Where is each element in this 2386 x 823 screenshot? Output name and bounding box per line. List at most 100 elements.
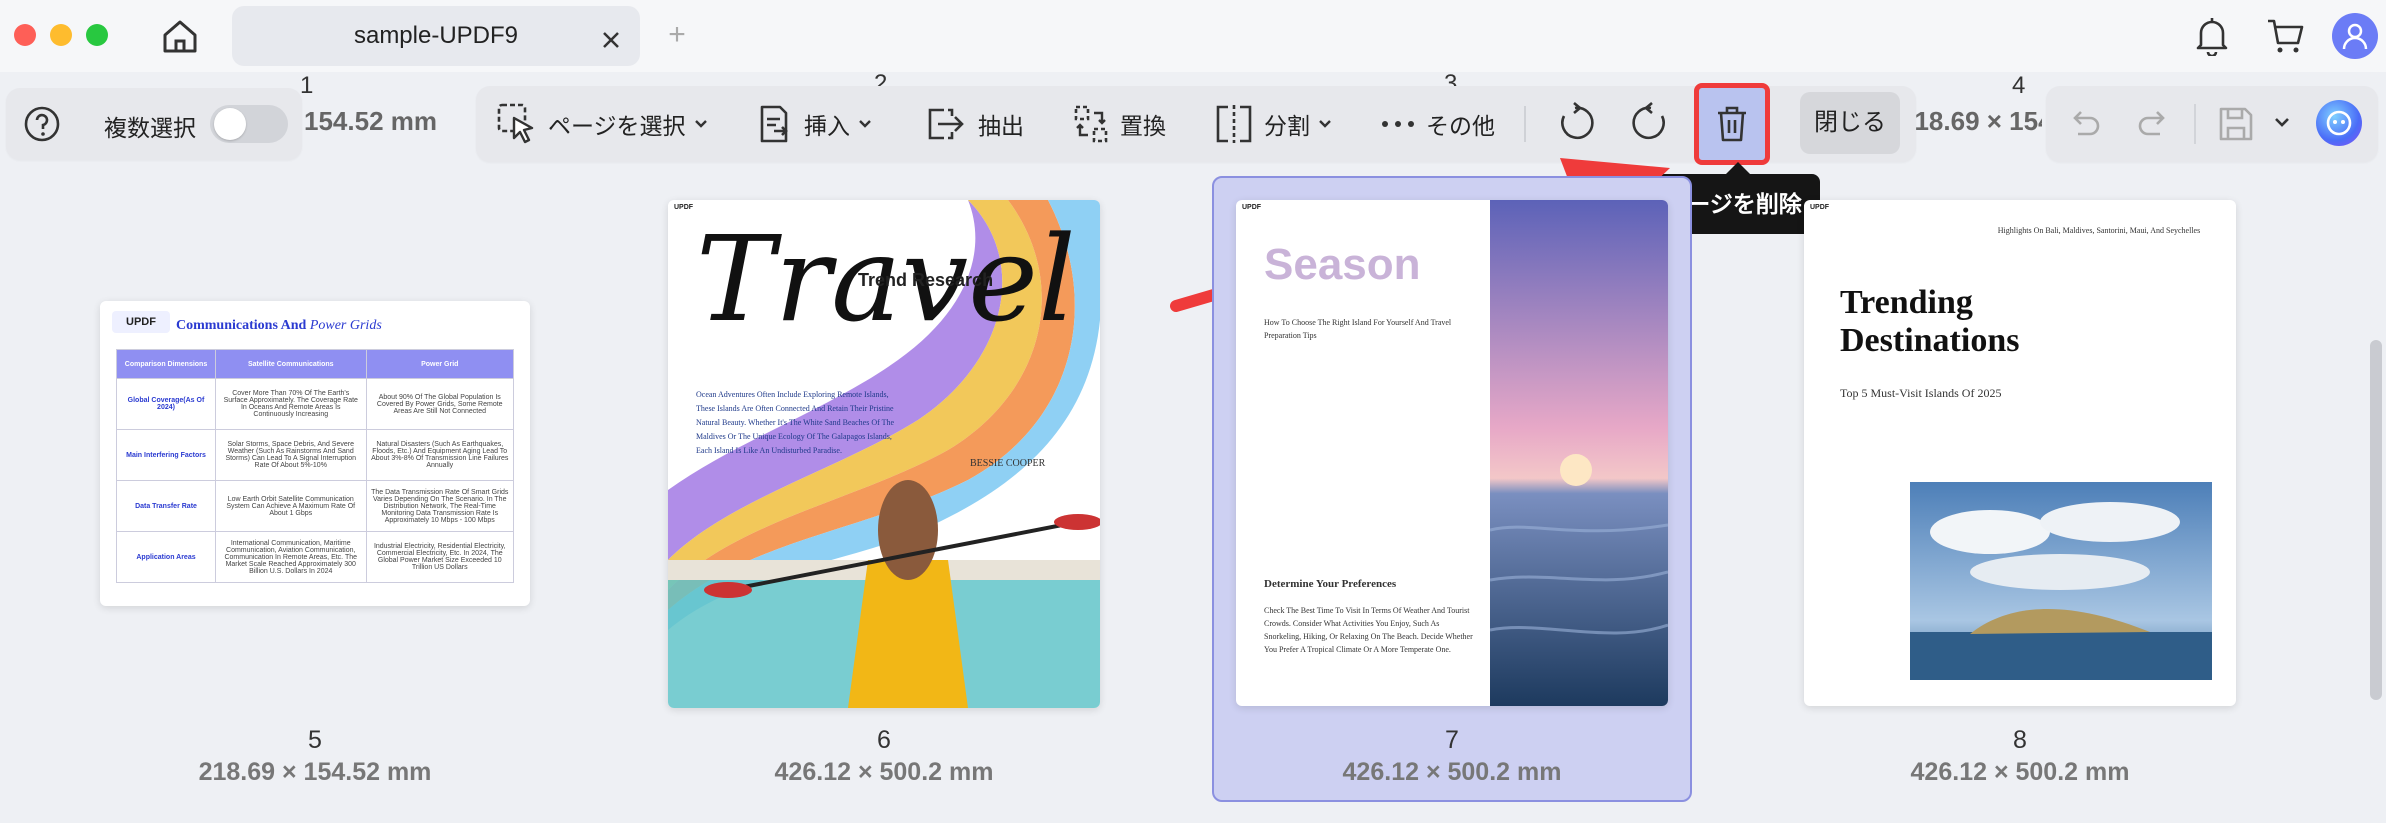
more-label: その他 xyxy=(1426,113,1495,139)
bell-icon xyxy=(2196,18,2228,56)
help-button[interactable] xyxy=(22,104,62,144)
undo-button[interactable] xyxy=(2066,106,2102,142)
multi-select-toggle[interactable] xyxy=(210,105,288,143)
rotate-left-button[interactable] xyxy=(1554,102,1596,144)
multi-select-label: 複数選択 xyxy=(104,115,196,141)
page-8-number: 8 xyxy=(2013,726,2027,754)
toolbar-divider xyxy=(2194,104,2196,144)
chevron-down-icon xyxy=(694,120,707,128)
insert-label: 挿入 xyxy=(804,113,850,139)
page-thumbnail-8[interactable]: UPDF Highlights On Bali, Maldives, Santo… xyxy=(1804,200,2236,706)
tab-title: sample-UPDF9 xyxy=(353,22,519,49)
table-row: Application Areas International Communic… xyxy=(116,531,514,583)
ai-assistant-icon xyxy=(2326,110,2352,136)
document-tab[interactable]: sample-UPDF9 xyxy=(232,6,640,66)
close-icon xyxy=(603,32,619,48)
chevron-down-icon xyxy=(859,120,871,128)
chevron-down-icon xyxy=(2275,118,2289,127)
new-tab-button[interactable]: + xyxy=(662,18,692,54)
notifications-button[interactable] xyxy=(2192,14,2232,58)
more-icon xyxy=(1382,121,1414,127)
page-4-dimensions: 218.69 × 154 xyxy=(1900,106,2042,136)
table-header: Comparison Dimensions xyxy=(116,349,216,379)
page-thumbnail-5[interactable]: UPDF Communications And Power Grids Comp… xyxy=(100,301,530,606)
table-row: Main Interfering Factors Solar Storms, S… xyxy=(116,429,514,481)
delete-page-button[interactable] xyxy=(1694,83,1770,165)
cursor-select-icon xyxy=(497,103,534,144)
table-cell: Natural Disasters (Such As Earthquakes, … xyxy=(365,429,514,481)
table-cell: Global Coverage(As Of 2024) xyxy=(116,378,216,430)
preferences-body: Check The Best Time To Visit In Terms Of… xyxy=(1264,606,1473,654)
author-name: BESSIE COOPER xyxy=(970,458,1046,469)
save-options-dropdown[interactable] xyxy=(2274,116,2290,128)
title-line-1: Trending xyxy=(1840,284,1973,321)
table-cell: Low Earth Orbit Satellite Communication … xyxy=(215,480,367,532)
save-button[interactable] xyxy=(2216,104,2256,144)
avatar[interactable] xyxy=(2332,13,2378,59)
table-header: Satellite Communications xyxy=(215,349,367,379)
select-pages-button[interactable]: ページを選択 xyxy=(496,89,708,159)
window-close-button[interactable] xyxy=(14,24,36,46)
replace-button[interactable]: 置換 xyxy=(1072,89,1166,159)
page-1-dimensions: 154.52 mm xyxy=(304,106,437,136)
title-part: Communications And xyxy=(176,318,310,333)
preferences-heading: Determine Your Preferences xyxy=(1264,578,1397,590)
season-intro: How To Choose The Right Island For Yours… xyxy=(1264,318,1452,340)
page-7-number: 7 xyxy=(1445,726,1459,754)
table-row: Global Coverage(As Of 2024) Cover More T… xyxy=(116,378,514,430)
page-6-number: 6 xyxy=(877,726,891,754)
page-thumbnail-6[interactable]: UPDF Travel Trend Research Ocean Adventu… xyxy=(668,200,1100,708)
toggle-knob xyxy=(214,108,246,140)
replace-label: 置換 xyxy=(1120,113,1166,139)
split-icon xyxy=(1216,105,1252,143)
home-button[interactable] xyxy=(158,16,202,56)
table-header: Power Grid xyxy=(365,349,514,379)
page-7-dimensions: 426.12 × 500.2 mm xyxy=(1342,758,1562,786)
travel-body-text: Ocean Adventures Often Include Exploring… xyxy=(696,390,895,455)
table-cell: Data Transfer Rate xyxy=(116,480,216,532)
tab-close-button[interactable] xyxy=(596,25,626,55)
title-line-2: Destinations xyxy=(1840,322,2020,359)
close-page-mode-button[interactable]: 閉じる xyxy=(1800,92,1900,154)
island-photo xyxy=(1910,482,2212,680)
trash-icon xyxy=(1718,106,1746,142)
user-icon xyxy=(2342,23,2368,50)
replace-icon xyxy=(1074,105,1108,143)
extract-button[interactable]: 抽出 xyxy=(922,89,1024,159)
window-zoom-button[interactable] xyxy=(86,24,108,46)
split-label: 分割 xyxy=(1264,113,1310,139)
page-1-number: 1 xyxy=(300,72,314,99)
updf-logo: UPDF xyxy=(1810,204,1830,211)
undo-icon xyxy=(2073,111,2100,136)
rotate-right-button[interactable] xyxy=(1630,102,1672,144)
ai-assistant-button[interactable] xyxy=(2316,100,2362,146)
insert-icon xyxy=(760,105,788,143)
page-thumbnail-7[interactable]: UPDF Season How To Choose The Right Isla… xyxy=(1236,200,1668,706)
table-cell: Solar Storms, Space Debris, And Severe W… xyxy=(215,429,367,481)
comparison-table: Comparison Dimensions Satellite Communic… xyxy=(116,349,514,583)
extract-label: 抽出 xyxy=(978,113,1024,139)
split-button[interactable]: 分割 xyxy=(1214,89,1332,159)
seascape-photo xyxy=(1490,200,1668,706)
table-cell: Industrial Electricity, Residential Elec… xyxy=(365,531,514,583)
updf-logo: UPDF xyxy=(674,204,694,211)
updf-logo: UPDF xyxy=(112,311,170,333)
page-5-dimensions: 218.69 × 154.52 mm xyxy=(198,758,432,786)
table-cell: Cover More Than 70% Of The Earth's Surfa… xyxy=(215,378,367,430)
table-cell: International Communication, Maritime Co… xyxy=(215,531,367,583)
vertical-scrollbar[interactable] xyxy=(2370,340,2382,700)
redo-button[interactable] xyxy=(2136,106,2172,142)
trending-subtitle: Top 5 Must-Visit Islands Of 2025 xyxy=(1840,386,2002,400)
more-button[interactable]: その他 xyxy=(1380,89,1495,159)
cart-button[interactable] xyxy=(2264,14,2308,58)
toolbar-divider xyxy=(1524,106,1526,142)
highlights-line: Highlights On Bali, Maldives, Santorini,… xyxy=(1997,226,2201,235)
rotate-right-icon xyxy=(1632,102,1665,140)
table-cell: Application Areas xyxy=(116,531,216,583)
home-icon xyxy=(163,20,197,53)
trending-title: Trending Destinations xyxy=(1840,284,2019,360)
window-minimize-button[interactable] xyxy=(50,24,72,46)
select-pages-label: ページを選択 xyxy=(548,113,686,139)
page-8-dimensions: 426.12 × 500.2 mm xyxy=(1910,758,2130,786)
insert-button[interactable]: 挿入 xyxy=(754,89,872,159)
